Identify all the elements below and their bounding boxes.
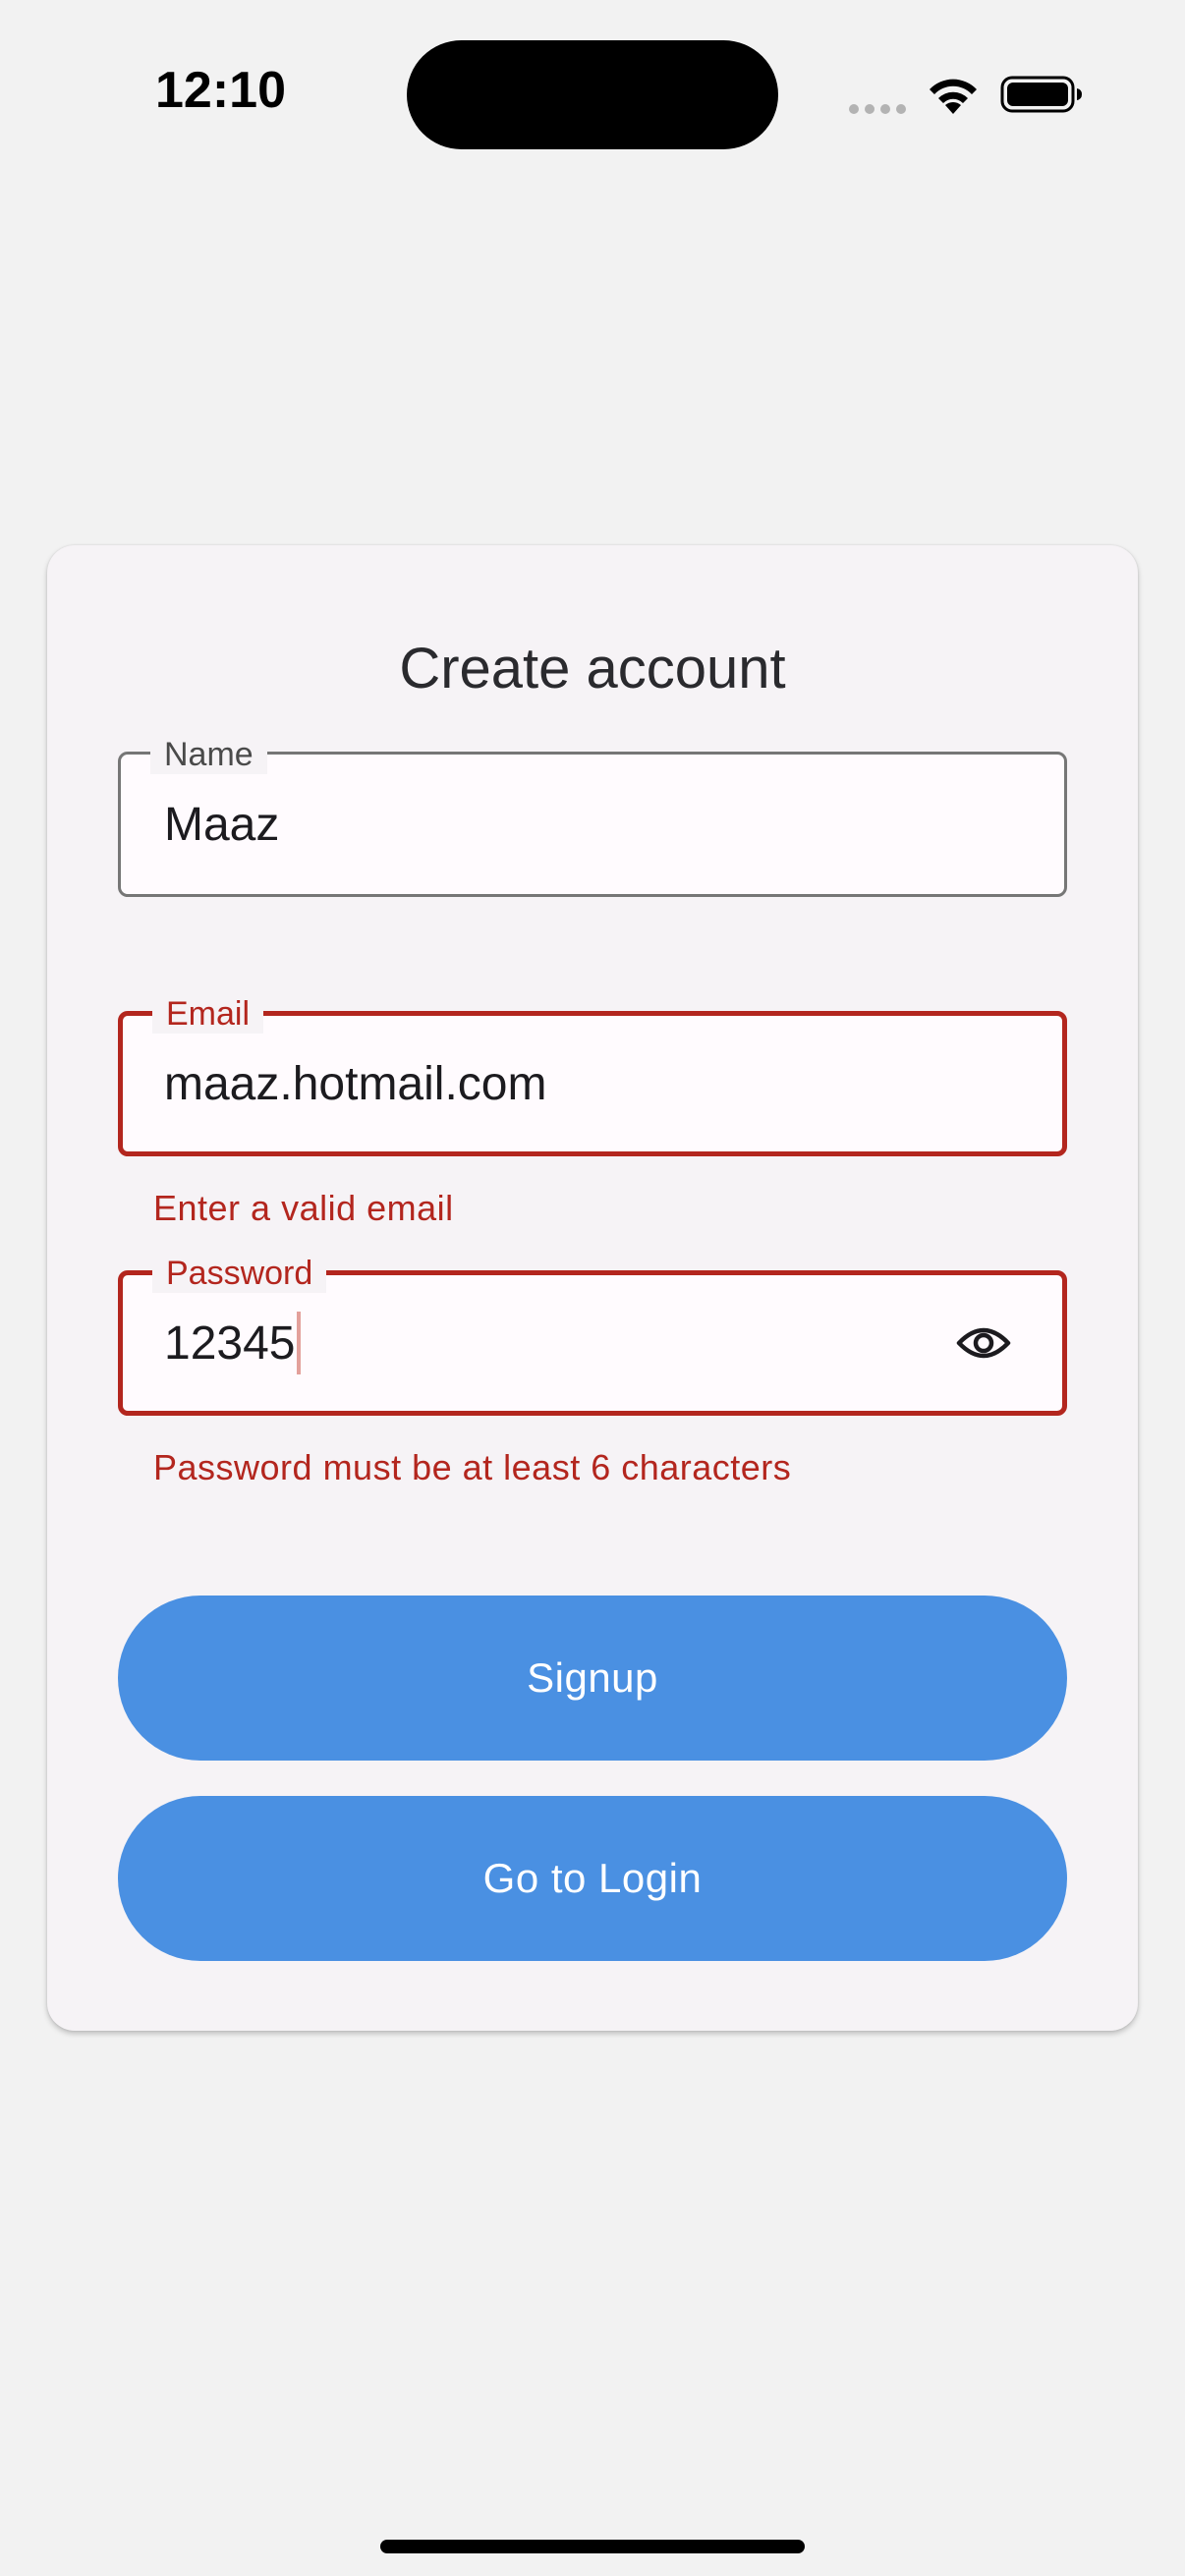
page-title: Create account <box>399 637 786 700</box>
cellular-signal-icon <box>849 104 906 114</box>
name-field-value: Maaz <box>164 798 280 851</box>
email-field[interactable]: Email maaz.hotmail.com <box>118 994 1067 1156</box>
go-to-login-button[interactable]: Go to Login <box>118 1796 1067 1961</box>
password-field-value: 12345 <box>164 1316 296 1370</box>
password-field[interactable]: Password 12345 <box>118 1254 1067 1416</box>
password-error-text: Password must be at least 6 characters <box>153 1447 792 1487</box>
name-field[interactable]: Name Maaz <box>118 735 1067 897</box>
dynamic-island <box>407 40 778 149</box>
signup-card: Create account Name Maaz Email maaz.hotm… <box>47 545 1138 2031</box>
signup-button[interactable]: Signup <box>118 1596 1067 1761</box>
home-indicator <box>380 2540 805 2553</box>
email-field-value: maaz.hotmail.com <box>164 1057 547 1110</box>
wifi-icon <box>930 79 977 114</box>
status-time: 12:10 <box>155 62 286 119</box>
eye-icon[interactable] <box>956 1323 1011 1363</box>
email-error-text: Enter a valid email <box>153 1188 454 1228</box>
text-cursor <box>297 1312 302 1374</box>
battery-icon <box>1000 76 1082 113</box>
password-field-value-wrap: 12345 <box>164 1275 302 1411</box>
